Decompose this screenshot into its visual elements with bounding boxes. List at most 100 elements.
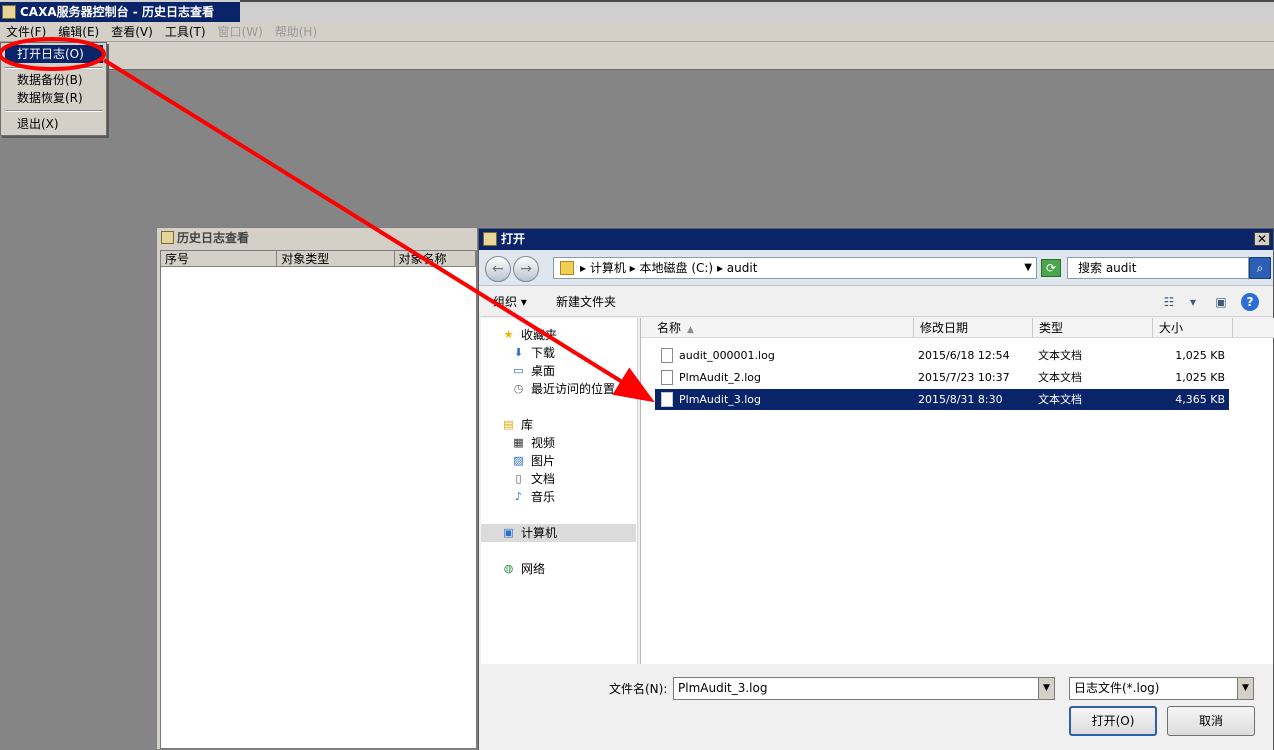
- file-menu-dropdown: 打开日志(O) 数据备份(B) 数据恢复(R) 退出(X): [0, 42, 107, 136]
- desktop-icon: ▭: [513, 364, 524, 377]
- search-icon[interactable]: ⌕: [1249, 257, 1271, 279]
- close-icon[interactable]: ✕: [1254, 232, 1270, 246]
- menu-view[interactable]: 查看(V): [105, 22, 159, 41]
- file-size: 4,365 KB: [1175, 393, 1225, 406]
- file-row-selected[interactable]: PlmAudit_3.log 2015/8/31 8:30 文本文档 4,365…: [655, 389, 1229, 410]
- cancel-button[interactable]: 取消: [1167, 706, 1255, 736]
- filename-label: 文件名(N):: [609, 682, 668, 696]
- nav-label: 收藏夹: [521, 328, 558, 342]
- menu-help[interactable]: 帮助(H): [269, 22, 323, 41]
- file-type: 文本文档: [1038, 371, 1082, 384]
- nav-item-documents[interactable]: ▯ 文档: [511, 470, 555, 488]
- command-bar: 组织 ▾ 新建文件夹 ☷ ▾ ▣ ?: [479, 287, 1273, 317]
- picture-icon: ▨: [513, 454, 524, 467]
- grid-header: 序号 对象类型 对象名称: [161, 251, 476, 267]
- file-row[interactable]: PlmAudit_2.log 2015/7/23 10:37 文本文档 1,02…: [655, 367, 1229, 388]
- nav-item-libraries[interactable]: ▤ 库: [501, 416, 533, 434]
- organize-label: 组织: [493, 295, 518, 309]
- menu-edit[interactable]: 编辑(E): [52, 22, 105, 41]
- file-name: audit_000001.log: [679, 349, 775, 362]
- menu-item-restore[interactable]: 数据恢复(R): [5, 89, 103, 107]
- sort-ascending-icon: ▲: [687, 325, 694, 335]
- music-icon: ♪: [514, 490, 523, 503]
- breadcrumb-audit[interactable]: audit: [727, 261, 758, 275]
- column-header-index[interactable]: 序号: [161, 251, 278, 266]
- refresh-icon[interactable]: ⟳: [1041, 259, 1061, 277]
- nav-item-videos[interactable]: ▦ 视频: [511, 434, 555, 452]
- history-log-window: 历史日志查看 序号 对象类型 对象名称: [156, 227, 478, 750]
- file-size: 1,025 KB: [1175, 349, 1225, 362]
- organize-button[interactable]: 组织 ▾: [493, 287, 527, 317]
- breadcrumb-computer[interactable]: 计算机: [590, 261, 626, 275]
- address-bar[interactable]: ▸ 计算机 ▸ 本地磁盘 (C:) ▸ audit ▼: [553, 257, 1037, 279]
- menu-item-exit[interactable]: 退出(X): [5, 115, 103, 133]
- filename-input[interactable]: PlmAudit_3.log ▼: [673, 677, 1055, 700]
- text-file-icon: [661, 348, 673, 363]
- help-icon[interactable]: ?: [1241, 293, 1259, 311]
- computer-icon: ▣: [503, 526, 514, 539]
- menu-separator: [5, 110, 103, 112]
- nav-label: 文档: [531, 472, 556, 486]
- open-button[interactable]: 打开(O): [1069, 706, 1157, 736]
- nav-label: 图片: [531, 454, 556, 468]
- view-options-icon[interactable]: ☷: [1160, 294, 1178, 310]
- file-list-pane: 名称 ▲ 修改日期 类型 大小 audit_000001.log 2015/6/1…: [640, 318, 1274, 664]
- file-row[interactable]: audit_000001.log 2015/6/18 12:54 文本文档 1,…: [655, 345, 1229, 366]
- chevron-down-icon[interactable]: ▼: [1237, 678, 1253, 699]
- nav-item-pictures[interactable]: ▨ 图片: [511, 452, 555, 470]
- column-header-object-name[interactable]: 对象名称: [395, 251, 476, 266]
- text-file-icon: [661, 370, 673, 385]
- nav-item-recent[interactable]: ◷ 最近访问的位置: [511, 380, 615, 398]
- download-folder-icon: ⬇: [513, 346, 524, 359]
- nav-item-network[interactable]: ◍ 网络: [501, 560, 545, 578]
- nav-label: 下载: [531, 346, 556, 360]
- new-folder-button[interactable]: 新建文件夹: [556, 287, 616, 317]
- menu-tools[interactable]: 工具(T): [159, 22, 212, 41]
- file-modified: 2015/8/31 8:30: [918, 393, 1003, 406]
- search-input[interactable]: 搜索 audit: [1067, 257, 1249, 279]
- breadcrumb-local-disk[interactable]: 本地磁盘 (C:): [640, 261, 714, 275]
- menu-item-open-log[interactable]: 打开日志(O): [5, 45, 103, 63]
- menu-item-backup[interactable]: 数据备份(B): [5, 71, 103, 89]
- chevron-down-icon: ▾: [520, 295, 527, 309]
- history-window-title-text: 历史日志查看: [177, 231, 250, 245]
- column-header-type[interactable]: 类型: [1033, 318, 1153, 338]
- video-icon: ▦: [513, 436, 524, 449]
- menu-separator: [5, 67, 103, 69]
- nav-item-desktop[interactable]: ▭ 桌面: [511, 362, 555, 380]
- address-dropdown-icon[interactable]: ▼: [1024, 258, 1032, 278]
- preview-pane-icon[interactable]: ▣: [1212, 294, 1230, 310]
- nav-item-computer[interactable]: ▣ 计算机: [481, 524, 636, 542]
- library-icon: ▤: [503, 418, 514, 431]
- history-log-grid[interactable]: 序号 对象类型 对象名称: [160, 250, 477, 749]
- nav-label: 最近访问的位置: [531, 382, 616, 396]
- history-window-title: 历史日志查看: [157, 228, 477, 248]
- dialog-icon: [483, 232, 497, 246]
- menu-file[interactable]: 文件(F): [0, 22, 52, 41]
- app-icon: [2, 5, 16, 19]
- dialog-title: 打开: [501, 232, 526, 246]
- file-list-header: 名称 ▲ 修改日期 类型 大小: [641, 318, 1274, 338]
- column-label: 名称: [657, 321, 682, 335]
- window-icon: [161, 231, 174, 244]
- open-file-dialog: 打开 ✕ ← → ▸ 计算机 ▸ 本地磁盘 (C:) ▸ audit ▼ ⟳ 搜…: [478, 228, 1274, 750]
- file-type: 文本文档: [1038, 349, 1082, 362]
- chevron-down-icon[interactable]: ▾: [1184, 294, 1202, 310]
- nav-item-music[interactable]: ♪ 音乐: [511, 488, 555, 506]
- file-type: 文本文档: [1038, 393, 1082, 406]
- column-header-name[interactable]: 名称 ▲: [651, 318, 914, 338]
- chevron-down-icon[interactable]: ▼: [1038, 678, 1054, 699]
- menu-window[interactable]: 窗口(W): [212, 22, 269, 41]
- nav-label: 库: [521, 418, 534, 432]
- column-header-object-type[interactable]: 对象类型: [277, 251, 395, 266]
- breadcrumb: ▸ 计算机 ▸ 本地磁盘 (C:) ▸ audit: [580, 261, 758, 275]
- forward-arrow-icon[interactable]: →: [513, 256, 539, 282]
- filetype-select[interactable]: 日志文件(*.log) ▼: [1069, 677, 1254, 700]
- back-arrow-icon[interactable]: ←: [485, 256, 511, 282]
- nav-item-favorites[interactable]: ★ 收藏夹: [501, 326, 557, 344]
- nav-item-downloads[interactable]: ⬇ 下载: [511, 344, 555, 362]
- column-header-size[interactable]: 大小: [1153, 318, 1233, 338]
- column-header-modified[interactable]: 修改日期: [914, 318, 1033, 338]
- nav-label: 网络: [521, 562, 546, 576]
- title-bar-fill: [240, 0, 1274, 2]
